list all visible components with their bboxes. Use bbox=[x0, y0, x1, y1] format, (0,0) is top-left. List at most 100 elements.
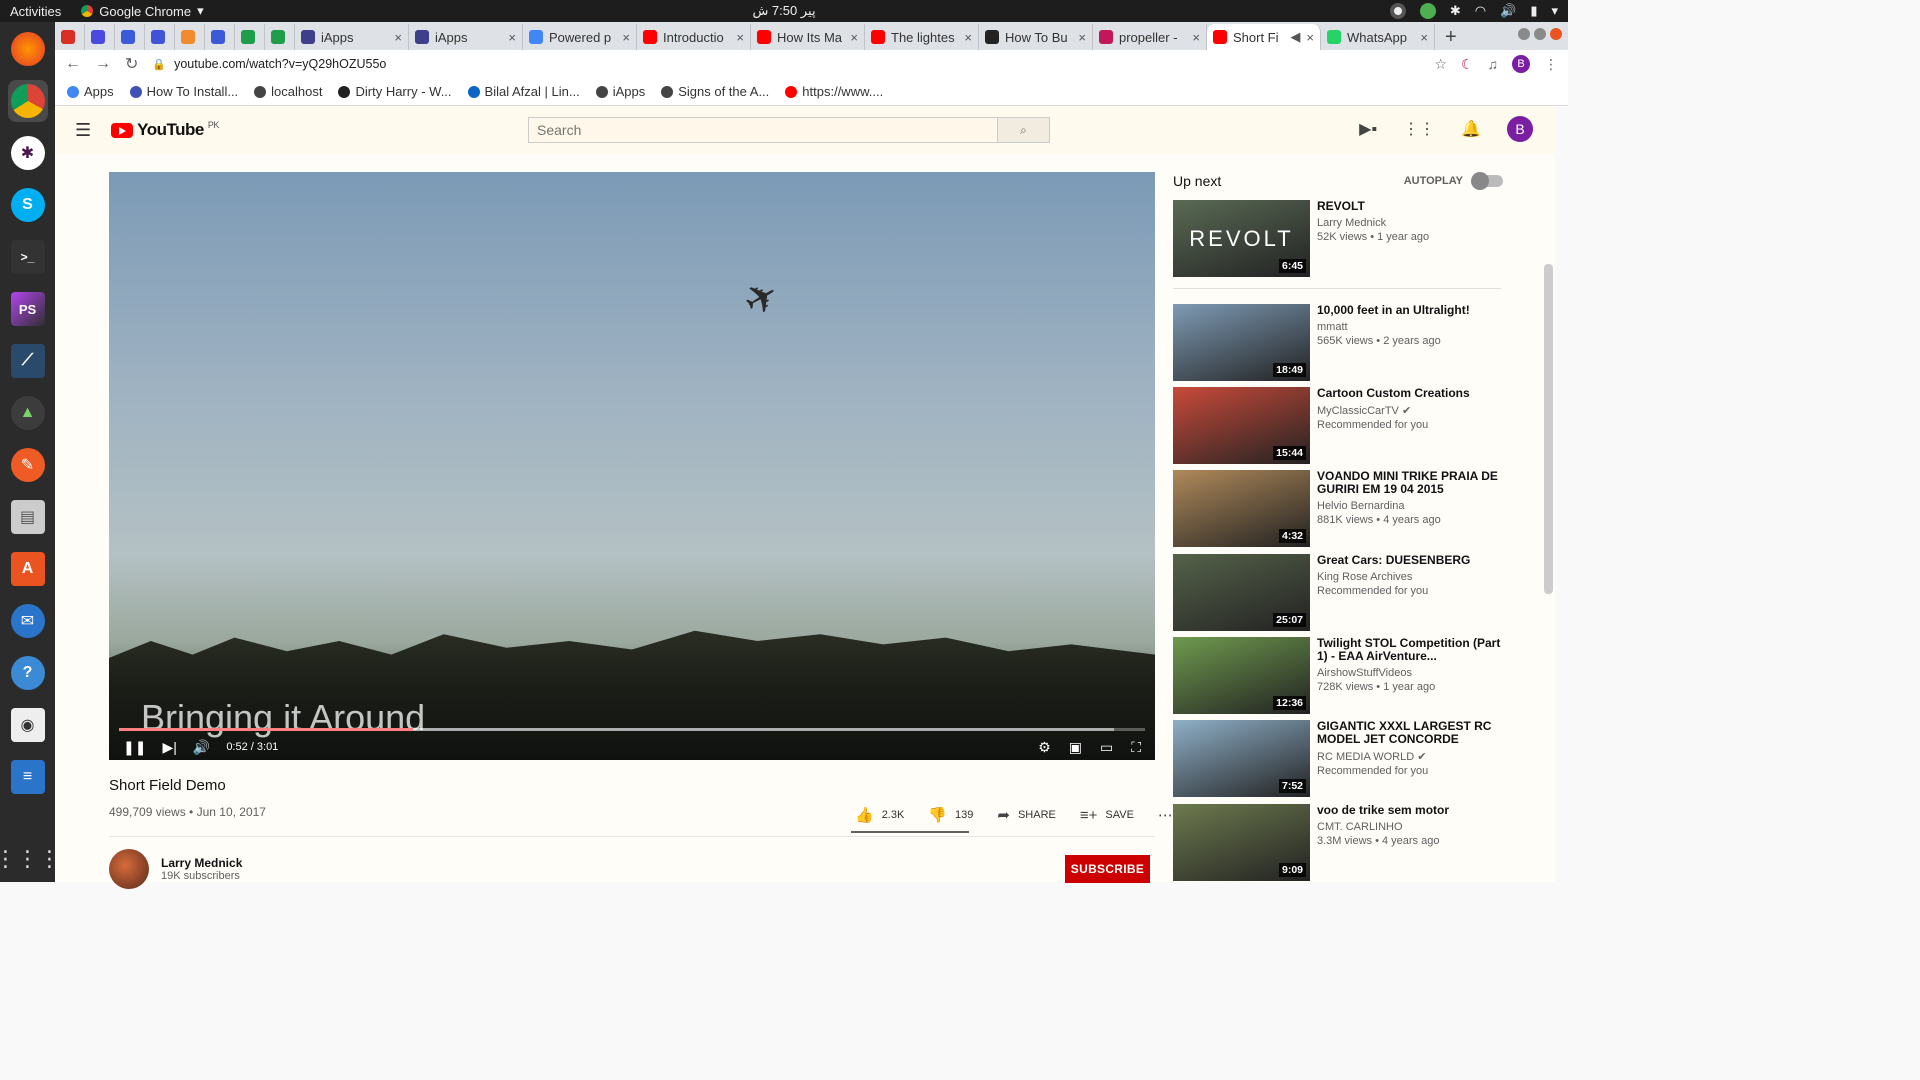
tab-close-icon[interactable]: × bbox=[1192, 30, 1200, 45]
check-icon[interactable] bbox=[1419, 3, 1436, 19]
bookmark-item[interactable]: How To Install... bbox=[129, 84, 238, 99]
browser-tab[interactable]: The lightes × bbox=[865, 24, 979, 50]
menu-icon[interactable]: ⋮ bbox=[1544, 56, 1558, 73]
browser-tab[interactable]: iApps × bbox=[295, 24, 409, 50]
video-title-link[interactable]: Twilight STOL Competition (Part 1) - EAA… bbox=[1317, 637, 1503, 663]
channel-name[interactable]: Larry Mednick bbox=[1317, 217, 1503, 229]
video-title-link[interactable]: voo de trike sem motor bbox=[1317, 804, 1503, 817]
new-tab-button[interactable]: + bbox=[1435, 24, 1467, 50]
channel-name[interactable]: AirshowStuffVideos bbox=[1317, 667, 1503, 679]
video-thumbnail[interactable]: 9:09 bbox=[1173, 804, 1310, 881]
dock-postman[interactable]: ✎ bbox=[8, 444, 48, 486]
progress-bar[interactable] bbox=[119, 728, 1145, 731]
star-icon[interactable]: ☆ bbox=[1434, 56, 1447, 73]
recommended-video[interactable]: 25:07 Great Cars: DUESENBERG King Rose Arc… bbox=[1173, 554, 1503, 631]
channel-name[interactable]: Larry Mednick bbox=[161, 856, 242, 870]
channel-name[interactable]: RC MEDIA WORLD ✔ bbox=[1317, 750, 1503, 763]
chevron-down-icon[interactable]: ▾ bbox=[1551, 3, 1558, 19]
search-input[interactable] bbox=[529, 118, 997, 142]
bookmark-item[interactable]: Bilal Afzal | Lin... bbox=[467, 84, 580, 99]
lock-icon[interactable]: 🔒 bbox=[152, 58, 166, 71]
browser-tab[interactable]: How Its Ma × bbox=[751, 24, 865, 50]
bookmark-item[interactable]: https://www.... bbox=[785, 84, 883, 99]
show-applications-icon[interactable]: ⋮⋮⋮ bbox=[0, 846, 61, 872]
reload-icon[interactable]: ↻ bbox=[125, 54, 138, 74]
dock-writer[interactable]: ≡ bbox=[8, 756, 48, 798]
pause-icon[interactable]: ❚❚ bbox=[123, 739, 146, 756]
browser-tab[interactable] bbox=[205, 24, 235, 50]
video-player[interactable]: ✈ Bringing it Around ❚❚ ▶| 🔊 0:52 / 3:01… bbox=[109, 172, 1155, 760]
share-button[interactable]: ➦ SHARE bbox=[997, 806, 1055, 824]
activities-button[interactable]: Activities bbox=[0, 4, 71, 19]
save-button[interactable]: ≡+ SAVE bbox=[1080, 807, 1134, 824]
recommended-video[interactable]: 18:49 10,000 feet in an Ultralight! mmatt 5… bbox=[1173, 304, 1503, 381]
bookmark-item[interactable]: Dirty Harry - W... bbox=[338, 84, 452, 99]
bookmark-item[interactable]: Apps bbox=[67, 84, 114, 99]
close-button[interactable] bbox=[1550, 28, 1562, 40]
search-button[interactable]: ⌕ bbox=[997, 118, 1049, 142]
app-menu[interactable]: Google Chrome ▾ bbox=[81, 3, 204, 19]
video-title-link[interactable]: VOANDO MINI TRIKE PRAIA DE GURIRI EM 19 … bbox=[1317, 470, 1503, 496]
tab-close-icon[interactable]: × bbox=[1078, 30, 1086, 45]
media-control-icon[interactable]: ♫ bbox=[1488, 56, 1499, 72]
browser-tab[interactable] bbox=[235, 24, 265, 50]
browser-tab[interactable] bbox=[85, 24, 115, 50]
notifications-bell-icon[interactable]: 🔔 bbox=[1461, 119, 1481, 139]
subscribe-button[interactable]: SUBSCRIBE bbox=[1065, 855, 1150, 883]
recommended-video[interactable]: 15:44 Cartoon Custom Creations MyClassicCa… bbox=[1173, 387, 1503, 464]
video-thumbnail[interactable]: 4:32 bbox=[1173, 470, 1310, 547]
autoplay-toggle[interactable] bbox=[1471, 172, 1503, 190]
dock-robo3t[interactable]: ▲ bbox=[8, 392, 48, 434]
recommended-video[interactable]: 7:52 GIGANTIC XXXL LARGEST RC MODEL JET C… bbox=[1173, 720, 1503, 797]
slack-icon[interactable]: ✱ bbox=[1450, 3, 1461, 19]
apps-grid-icon[interactable]: ⋮⋮ bbox=[1403, 119, 1435, 139]
create-video-icon[interactable]: ▶▪ bbox=[1359, 119, 1377, 139]
record-icon[interactable] bbox=[1389, 3, 1406, 19]
dock-software-center[interactable]: A bbox=[8, 548, 48, 590]
browser-tab[interactable] bbox=[145, 24, 175, 50]
settings-gear-icon[interactable]: ⚙ bbox=[1038, 739, 1051, 756]
minimize-button[interactable] bbox=[1518, 28, 1530, 40]
video-title-link[interactable]: Cartoon Custom Creations bbox=[1317, 387, 1503, 400]
dock-chrome[interactable] bbox=[7, 80, 48, 122]
tab-audio-icon[interactable]: ◀ bbox=[1290, 29, 1300, 45]
tab-close-icon[interactable]: × bbox=[964, 30, 972, 45]
hamburger-menu-icon[interactable]: ☰ bbox=[75, 120, 91, 141]
dock-help[interactable]: ? bbox=[8, 652, 48, 694]
video-thumbnail[interactable]: 15:44 bbox=[1173, 387, 1310, 464]
volume-icon[interactable]: 🔊 bbox=[193, 739, 210, 756]
browser-tab[interactable]: WhatsApp × bbox=[1321, 24, 1435, 50]
miniplayer-icon[interactable]: ▣ bbox=[1069, 739, 1082, 756]
channel-name[interactable]: Helvio Bernardina bbox=[1317, 500, 1503, 512]
video-thumbnail[interactable]: REVOLT 6:45 bbox=[1173, 200, 1310, 277]
dock-terminal[interactable]: >_ bbox=[8, 236, 48, 278]
dock-thunderbird[interactable]: ✉ bbox=[8, 600, 48, 642]
profile-avatar[interactable]: B bbox=[1512, 55, 1530, 73]
page-scrollbar[interactable] bbox=[1544, 264, 1553, 594]
video-thumbnail[interactable]: 18:49 bbox=[1173, 304, 1310, 381]
omnibox[interactable]: 🔒 youtube.com/watch?v=yQ29hOZU55o bbox=[152, 52, 1420, 76]
dock-mysql-workbench[interactable]: ⟋ bbox=[8, 340, 48, 382]
dock-files[interactable]: ▤ bbox=[8, 496, 48, 538]
video-thumbnail[interactable]: 25:07 bbox=[1173, 554, 1310, 631]
bookmark-item[interactable]: localhost bbox=[254, 84, 322, 99]
browser-tab[interactable]: Short Fi ◀ × bbox=[1207, 24, 1321, 50]
youtube-logo[interactable]: YouTube PK bbox=[111, 120, 219, 140]
dock-firefox[interactable] bbox=[8, 28, 48, 70]
back-icon[interactable]: ← bbox=[65, 55, 81, 73]
like-button[interactable]: 👍 2.3K bbox=[855, 806, 904, 824]
browser-tab[interactable] bbox=[115, 24, 145, 50]
volume-icon[interactable]: 🔊 bbox=[1500, 3, 1516, 19]
video-title-link[interactable]: GIGANTIC XXXL LARGEST RC MODEL JET CONCO… bbox=[1317, 720, 1503, 746]
recommended-video[interactable]: 9:09 voo de trike sem motor CMT. CARLINHO 3… bbox=[1173, 804, 1503, 881]
video-thumbnail[interactable]: 7:52 bbox=[1173, 720, 1310, 797]
forward-icon[interactable]: → bbox=[95, 55, 111, 73]
channel-name[interactable]: CMT. CARLINHO bbox=[1317, 821, 1503, 833]
browser-tab[interactable] bbox=[175, 24, 205, 50]
bookmark-item[interactable]: iApps bbox=[595, 84, 645, 99]
recommended-video[interactable]: REVOLT 6:45 REVOLT Larry Mednick 52K views •… bbox=[1173, 200, 1503, 277]
dislike-button[interactable]: 👎 139 bbox=[928, 806, 973, 824]
fullscreen-icon[interactable]: ⛶ bbox=[1131, 739, 1141, 756]
url-text[interactable]: youtube.com/watch?v=yQ29hOZU55o bbox=[174, 57, 386, 71]
theater-mode-icon[interactable]: ▭ bbox=[1100, 739, 1113, 756]
